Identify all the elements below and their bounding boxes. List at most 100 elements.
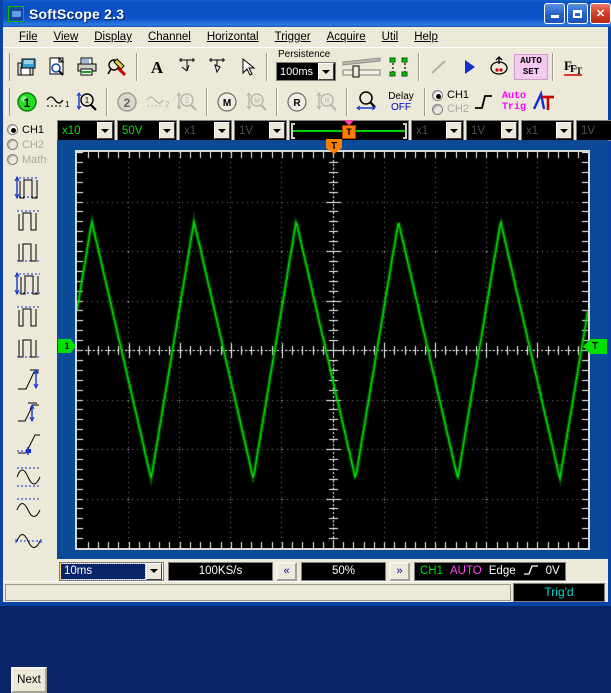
channel-radio-math[interactable]: Math bbox=[7, 152, 46, 167]
ch1-volts-value: 50V bbox=[122, 124, 143, 137]
chevron-down-icon[interactable] bbox=[446, 122, 462, 139]
menu-view[interactable]: View bbox=[46, 29, 87, 45]
measure-sine-rms-icon[interactable] bbox=[12, 525, 48, 556]
trigger-type-label: Edge bbox=[488, 565, 516, 577]
ref-vertical-zoom-icon[interactable]: R bbox=[312, 87, 342, 117]
chevron-down-icon[interactable] bbox=[556, 122, 572, 139]
measure-square-max-icon[interactable] bbox=[12, 301, 48, 332]
ref-probe-select[interactable]: x1 bbox=[521, 120, 574, 141]
menu-util[interactable]: Util bbox=[374, 29, 407, 45]
chevron-down-icon[interactable] bbox=[97, 122, 113, 139]
trend-line-icon[interactable] bbox=[424, 52, 454, 82]
ch2-probe-select[interactable]: x1 bbox=[179, 120, 232, 141]
intensity-slider[interactable] bbox=[340, 54, 384, 80]
print-preview-icon[interactable] bbox=[42, 52, 72, 82]
measure-square-low-icon[interactable] bbox=[12, 237, 48, 268]
position-prev-button[interactable]: « bbox=[276, 561, 297, 581]
math-vertical-zoom-icon[interactable]: M bbox=[242, 87, 272, 117]
chevron-down-icon[interactable] bbox=[214, 122, 230, 139]
persistence-control: Persistence 100ms bbox=[274, 49, 338, 85]
run-play-icon[interactable] bbox=[454, 52, 484, 82]
title-bar: SoftScope 2.3 ✕ bbox=[3, 0, 611, 27]
ch2-waveform-icon[interactable]: 2 bbox=[142, 87, 172, 117]
trigger-source-ch2[interactable]: CH2 bbox=[432, 102, 469, 116]
toolbar-separator bbox=[136, 53, 138, 81]
single-shot-icon[interactable] bbox=[484, 52, 514, 82]
menu-help[interactable]: Help bbox=[406, 29, 446, 45]
toolbar-grip[interactable] bbox=[6, 88, 10, 116]
ch1-probe-select[interactable]: x10 bbox=[57, 120, 115, 141]
measure-sine-amplitude-icon[interactable] bbox=[12, 461, 48, 492]
menu-display[interactable]: Display bbox=[86, 29, 140, 45]
math-volts-select[interactable]: 1V bbox=[466, 120, 519, 141]
timebase-select[interactable]: 10ms bbox=[59, 561, 164, 581]
measure-square-amplitude-icon[interactable] bbox=[12, 173, 48, 204]
properties-icon[interactable] bbox=[102, 52, 132, 82]
ch1-volts-select[interactable]: 50V bbox=[117, 120, 177, 141]
status-message bbox=[5, 583, 511, 601]
text-tool-icon[interactable]: A bbox=[142, 52, 172, 82]
math-enable-icon[interactable]: M bbox=[212, 87, 242, 117]
scope-graticule-frame[interactable] bbox=[75, 150, 590, 550]
trigger-source-ch1[interactable]: CH1 bbox=[432, 88, 469, 102]
measure-square-min-icon[interactable] bbox=[12, 333, 48, 364]
chevron-down-icon[interactable] bbox=[269, 122, 285, 139]
radio-icon[interactable] bbox=[432, 103, 443, 115]
trigger-edge-icon[interactable] bbox=[469, 87, 499, 117]
toolbar-grip[interactable] bbox=[6, 53, 10, 81]
auto-set-button[interactable]: AUTO SET bbox=[514, 54, 548, 80]
menu-acquire[interactable]: Acquire bbox=[319, 29, 374, 45]
measure-slope-icon[interactable] bbox=[12, 429, 48, 460]
radio-icon[interactable] bbox=[7, 154, 18, 165]
measure-fall-time-icon[interactable] bbox=[12, 397, 48, 428]
radio-icon[interactable] bbox=[432, 89, 443, 101]
chevron-down-icon[interactable] bbox=[318, 63, 334, 80]
ref-enable-icon[interactable]: R bbox=[282, 87, 312, 117]
cursors-icon[interactable] bbox=[384, 52, 414, 82]
chevron-down-icon[interactable] bbox=[501, 122, 517, 139]
radio-icon[interactable] bbox=[7, 139, 18, 150]
save-icon[interactable] bbox=[12, 52, 42, 82]
menu-horizontal[interactable]: Horizontal bbox=[199, 29, 267, 45]
menu-trigger[interactable]: Trigger bbox=[267, 29, 319, 45]
measure-square-peak-icon[interactable] bbox=[12, 269, 48, 300]
fft-icon[interactable]: F F T bbox=[558, 52, 588, 82]
menu-file[interactable]: File bbox=[11, 29, 46, 45]
trigger-position-strip[interactable]: T bbox=[289, 120, 409, 141]
chevron-down-icon[interactable] bbox=[159, 122, 175, 139]
measure-square-high-icon[interactable] bbox=[12, 205, 48, 236]
persistence-select[interactable]: 100ms bbox=[276, 62, 336, 81]
horizontal-zoom-icon[interactable] bbox=[352, 87, 382, 117]
math-probe-select[interactable]: x1 bbox=[411, 120, 464, 141]
chevron-down-icon[interactable] bbox=[146, 562, 162, 580]
measure-cursor-icon[interactable] bbox=[172, 52, 202, 82]
ch2-volts-select[interactable]: 1V bbox=[234, 120, 287, 141]
trigger-level-icon[interactable] bbox=[529, 87, 559, 117]
ch1-waveform-icon[interactable]: 1 bbox=[42, 87, 72, 117]
minimize-button[interactable] bbox=[544, 3, 565, 24]
ch1-enable-icon[interactable]: 1 bbox=[12, 87, 42, 117]
maximize-button[interactable] bbox=[567, 3, 588, 24]
close-button[interactable]: ✕ bbox=[590, 3, 611, 24]
ch1-vertical-zoom-icon[interactable]: 1 bbox=[72, 87, 102, 117]
channel-radio-ch2[interactable]: CH2 bbox=[7, 137, 46, 152]
print-icon[interactable] bbox=[72, 52, 102, 82]
ch2-enable-icon[interactable]: 2 bbox=[112, 87, 142, 117]
measure-rise-time-icon[interactable] bbox=[12, 365, 48, 396]
ref-volts-select[interactable]: 1V bbox=[576, 120, 611, 141]
next-button[interactable]: Next bbox=[11, 667, 47, 693]
auto-trig-button[interactable]: Auto Trig bbox=[499, 91, 529, 113]
autotrig-line1: Auto bbox=[502, 91, 527, 102]
radio-icon[interactable] bbox=[7, 124, 18, 135]
channel-ground-marker[interactable]: 1 bbox=[58, 339, 76, 353]
menu-channel[interactable]: Channel bbox=[140, 29, 199, 45]
select-tool-icon[interactable] bbox=[232, 52, 262, 82]
position-next-button[interactable]: » bbox=[389, 561, 410, 581]
pointer-tool-icon[interactable] bbox=[202, 52, 232, 82]
measure-sine-peak-icon[interactable] bbox=[12, 493, 48, 524]
trigger-source-ch2-label: CH2 bbox=[447, 103, 470, 115]
trigger-position-handle[interactable]: T bbox=[342, 125, 356, 139]
ch2-vertical-zoom-icon[interactable]: 2 bbox=[172, 87, 202, 117]
delay-toggle[interactable]: Delay OFF bbox=[382, 87, 420, 117]
channel-radio-ch1[interactable]: CH1 bbox=[7, 122, 46, 137]
